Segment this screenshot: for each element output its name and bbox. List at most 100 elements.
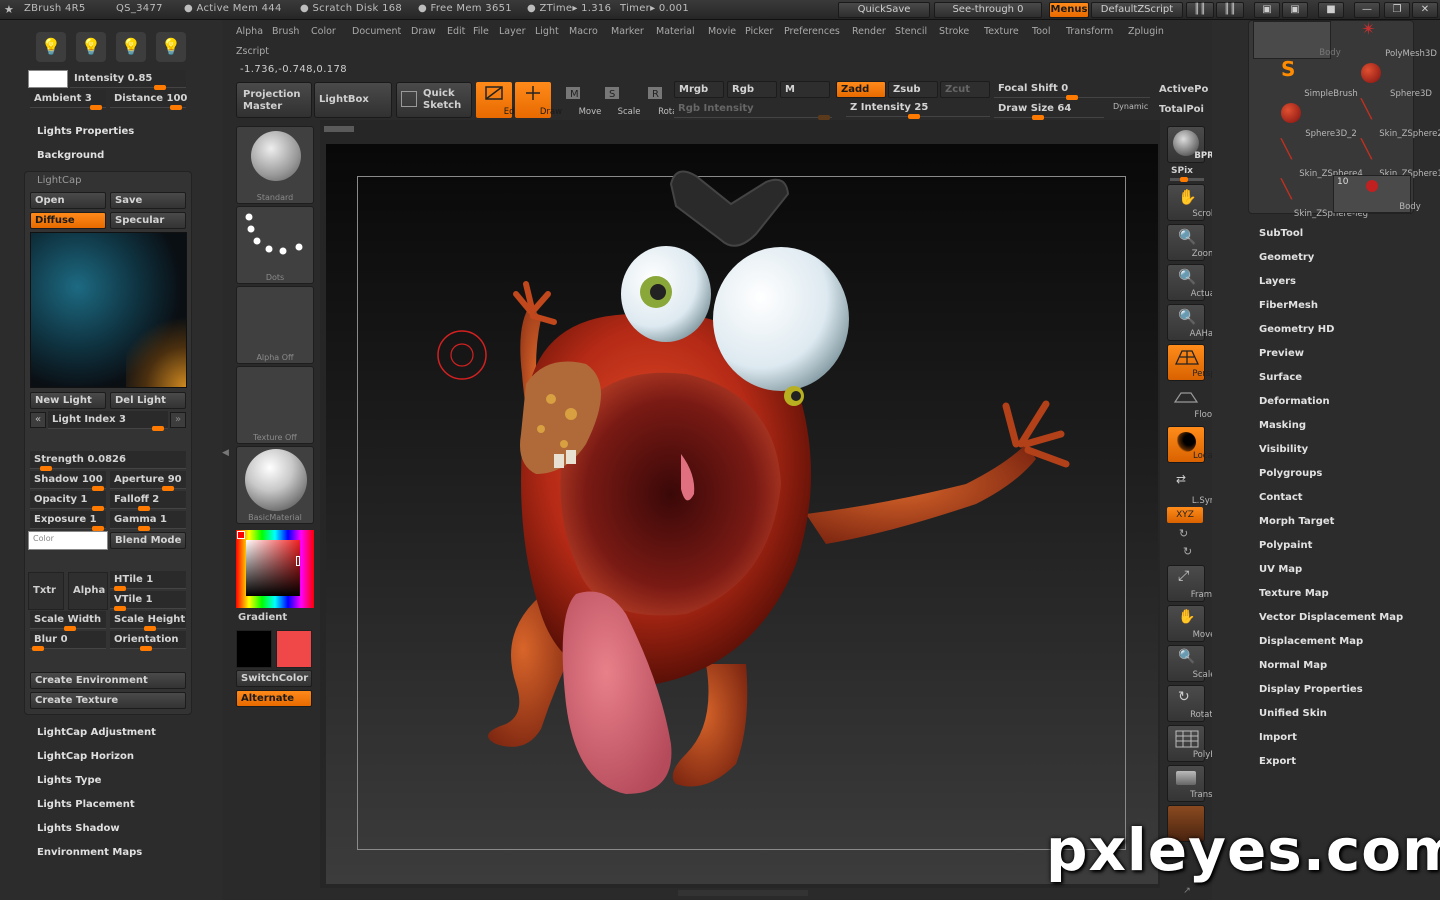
material-thumbnail[interactable]: BasicMaterial	[236, 446, 314, 524]
create-texture-button[interactable]: Create Texture	[30, 692, 186, 709]
menu-render[interactable]: Render	[852, 26, 886, 37]
frame-button[interactable]: ⤢ Frame	[1167, 565, 1217, 602]
del-light-button[interactable]: Del Light	[110, 392, 186, 409]
scroll-button[interactable]: ✋ Scroll	[1167, 184, 1216, 221]
vtile-slider[interactable]: VTile 1	[110, 591, 186, 611]
menu-material[interactable]: Material	[656, 26, 695, 37]
zoom-button[interactable]: 🔍 Zoom	[1167, 224, 1216, 261]
canvas-bottom-scrollbar[interactable]	[678, 890, 808, 896]
menu-macro[interactable]: Macro	[569, 26, 598, 37]
menu-stroke[interactable]: Stroke	[939, 26, 969, 37]
menu-picker[interactable]: Picker	[745, 26, 773, 37]
scale-height-slider[interactable]: Scale Height	[110, 611, 186, 631]
tool-vector-displacement-map-menu[interactable]: Vector Displacement Map	[1259, 612, 1403, 623]
restore-icon[interactable]: ❐	[1384, 2, 1410, 18]
gamma-slider[interactable]: Gamma 1	[110, 511, 186, 531]
color-picker-square[interactable]	[246, 540, 300, 596]
default-zscript-button[interactable]: DefaultZScript	[1091, 2, 1183, 18]
menu-alpha[interactable]: Alpha	[236, 26, 263, 37]
layout-icon[interactable]: ▣	[1254, 2, 1280, 18]
menu-edit[interactable]: Edit	[447, 26, 465, 37]
slider-knob[interactable]	[32, 646, 44, 651]
aahalf-button[interactable]: 🔍 AAHalf	[1167, 304, 1218, 341]
ambient-slider[interactable]: Ambient 3	[30, 90, 106, 110]
actual-button[interactable]: 🔍 Actual	[1167, 264, 1217, 301]
lights-properties-menu[interactable]: Lights Properties	[37, 126, 134, 137]
open-button[interactable]: Open	[30, 192, 106, 209]
shadow-slider[interactable]: Shadow 100	[30, 471, 106, 491]
aperture-slider[interactable]: Aperture 90	[110, 471, 186, 491]
slider-knob[interactable]	[170, 105, 182, 110]
secondary-color-swatch[interactable]	[276, 630, 312, 668]
see-through-slider[interactable]: See-through 0	[934, 2, 1042, 18]
lsym-button[interactable]: ⇄ L.Sym	[1167, 470, 1218, 507]
polyf-button[interactable]: PolyF	[1167, 725, 1215, 762]
subtool-skin-zsphere1[interactable]: ╲ Skin_ZSphere1	[1333, 139, 1440, 179]
slider-knob[interactable]	[90, 105, 102, 110]
z-intensity-slider[interactable]: Z Intensity 25	[846, 99, 990, 119]
m-button[interactable]: M	[780, 81, 830, 98]
rotate-view-button[interactable]: ↻ Rotate	[1167, 685, 1218, 722]
lightbox-button[interactable]: LightBox	[314, 82, 392, 118]
bulb-icon[interactable]: 💡	[76, 32, 106, 62]
opacity-slider[interactable]: Opacity 1	[30, 491, 106, 511]
tool-surface-menu[interactable]: Surface	[1259, 372, 1302, 383]
menu-brush[interactable]: Brush	[272, 26, 299, 37]
tool-geometry-menu[interactable]: Geometry	[1259, 252, 1314, 263]
expand-icon[interactable]: ↗	[1170, 886, 1204, 898]
subtool-skin-zsphere4[interactable]: ╲ Skin_ZSphere4	[1253, 139, 1363, 179]
edit-button[interactable]: Edit	[476, 82, 520, 118]
tool-polypaint-menu[interactable]: Polypaint	[1259, 540, 1312, 551]
tool-display-properties-menu[interactable]: Display Properties	[1259, 684, 1363, 695]
subtool-skin-zsphere-leg[interactable]: ╲ Skin_ZSphere-leg	[1253, 179, 1368, 219]
bulb-icon[interactable]: 💡	[156, 32, 186, 62]
rotate-y-icon[interactable]: ↻	[1179, 527, 1188, 540]
tool-fibermesh-menu[interactable]: FiberMesh	[1259, 300, 1318, 311]
tool-import-menu[interactable]: Import	[1259, 732, 1297, 743]
tool-morph-target-menu[interactable]: Morph Target	[1259, 516, 1334, 527]
lights-placement-menu[interactable]: Lights Placement	[37, 799, 135, 810]
local-button[interactable]: Local	[1167, 426, 1215, 463]
diffuse-button[interactable]: Diffuse	[30, 212, 106, 229]
bulb-icon[interactable]: 💡	[36, 32, 66, 62]
menu-color[interactable]: Color	[311, 26, 336, 37]
move-view-button[interactable]: ✋ Move	[1167, 605, 1215, 642]
lights-shadow-menu[interactable]: Lights Shadow	[37, 823, 120, 834]
slider-knob[interactable]	[1180, 177, 1188, 182]
menu-document[interactable]: Document	[352, 26, 401, 37]
menu-draw[interactable]: Draw	[411, 26, 436, 37]
tool-texture-map-menu[interactable]: Texture Map	[1259, 588, 1329, 599]
brush-thumbnail[interactable]: Standard	[236, 126, 314, 204]
tool-export-menu[interactable]: Export	[1259, 756, 1296, 767]
canvas-scroll-handle[interactable]	[324, 126, 354, 132]
tool-deformation-menu[interactable]: Deformation	[1259, 396, 1330, 407]
rgb-intensity-slider[interactable]: Rgb Intensity	[674, 100, 832, 120]
focal-shift-slider[interactable]: Focal Shift 0	[994, 80, 1150, 100]
menus-button[interactable]: Menus	[1049, 2, 1089, 18]
menu-tool[interactable]: Tool	[1032, 26, 1050, 37]
color-swatch[interactable]: Color	[28, 531, 108, 550]
tool-uv-map-menu[interactable]: UV Map	[1259, 564, 1302, 575]
tool-visibility-menu[interactable]: Visibility	[1259, 444, 1308, 455]
rgb-button[interactable]: Rgb	[727, 81, 777, 98]
subtool-sphere3d-2[interactable]: Sphere3D_2	[1253, 101, 1357, 139]
switch-color-button[interactable]: SwitchColor	[236, 670, 312, 687]
scale-width-slider[interactable]: Scale Width	[30, 611, 106, 631]
xyz-button[interactable]: XYZ	[1167, 507, 1203, 523]
environment-maps-menu[interactable]: Environment Maps	[37, 847, 142, 858]
collapse-left-tray-icon[interactable]: ◀	[222, 448, 230, 464]
stroke-thumbnail[interactable]: Dots	[236, 206, 314, 284]
draw-button[interactable]: Draw	[515, 82, 562, 118]
orientation-slider[interactable]: Orientation	[110, 631, 186, 651]
layout-2-icon[interactable]: ▣	[1282, 2, 1308, 18]
zsub-button[interactable]: Zsub	[888, 81, 938, 98]
persp-button[interactable]: Persp	[1167, 344, 1216, 381]
menu-stencil[interactable]: Stencil	[895, 26, 927, 37]
texture-slot[interactable]: Txtr	[28, 572, 64, 610]
alpha-slot[interactable]: Alpha	[68, 572, 108, 610]
intensity-slider[interactable]: Intensity 0.85	[70, 70, 186, 90]
lights-type-menu[interactable]: Lights Type	[37, 775, 101, 786]
distance-slider[interactable]: Distance 100	[110, 90, 187, 110]
menu-light[interactable]: Light	[535, 26, 559, 37]
transp-button[interactable]: Transp	[1167, 765, 1218, 802]
